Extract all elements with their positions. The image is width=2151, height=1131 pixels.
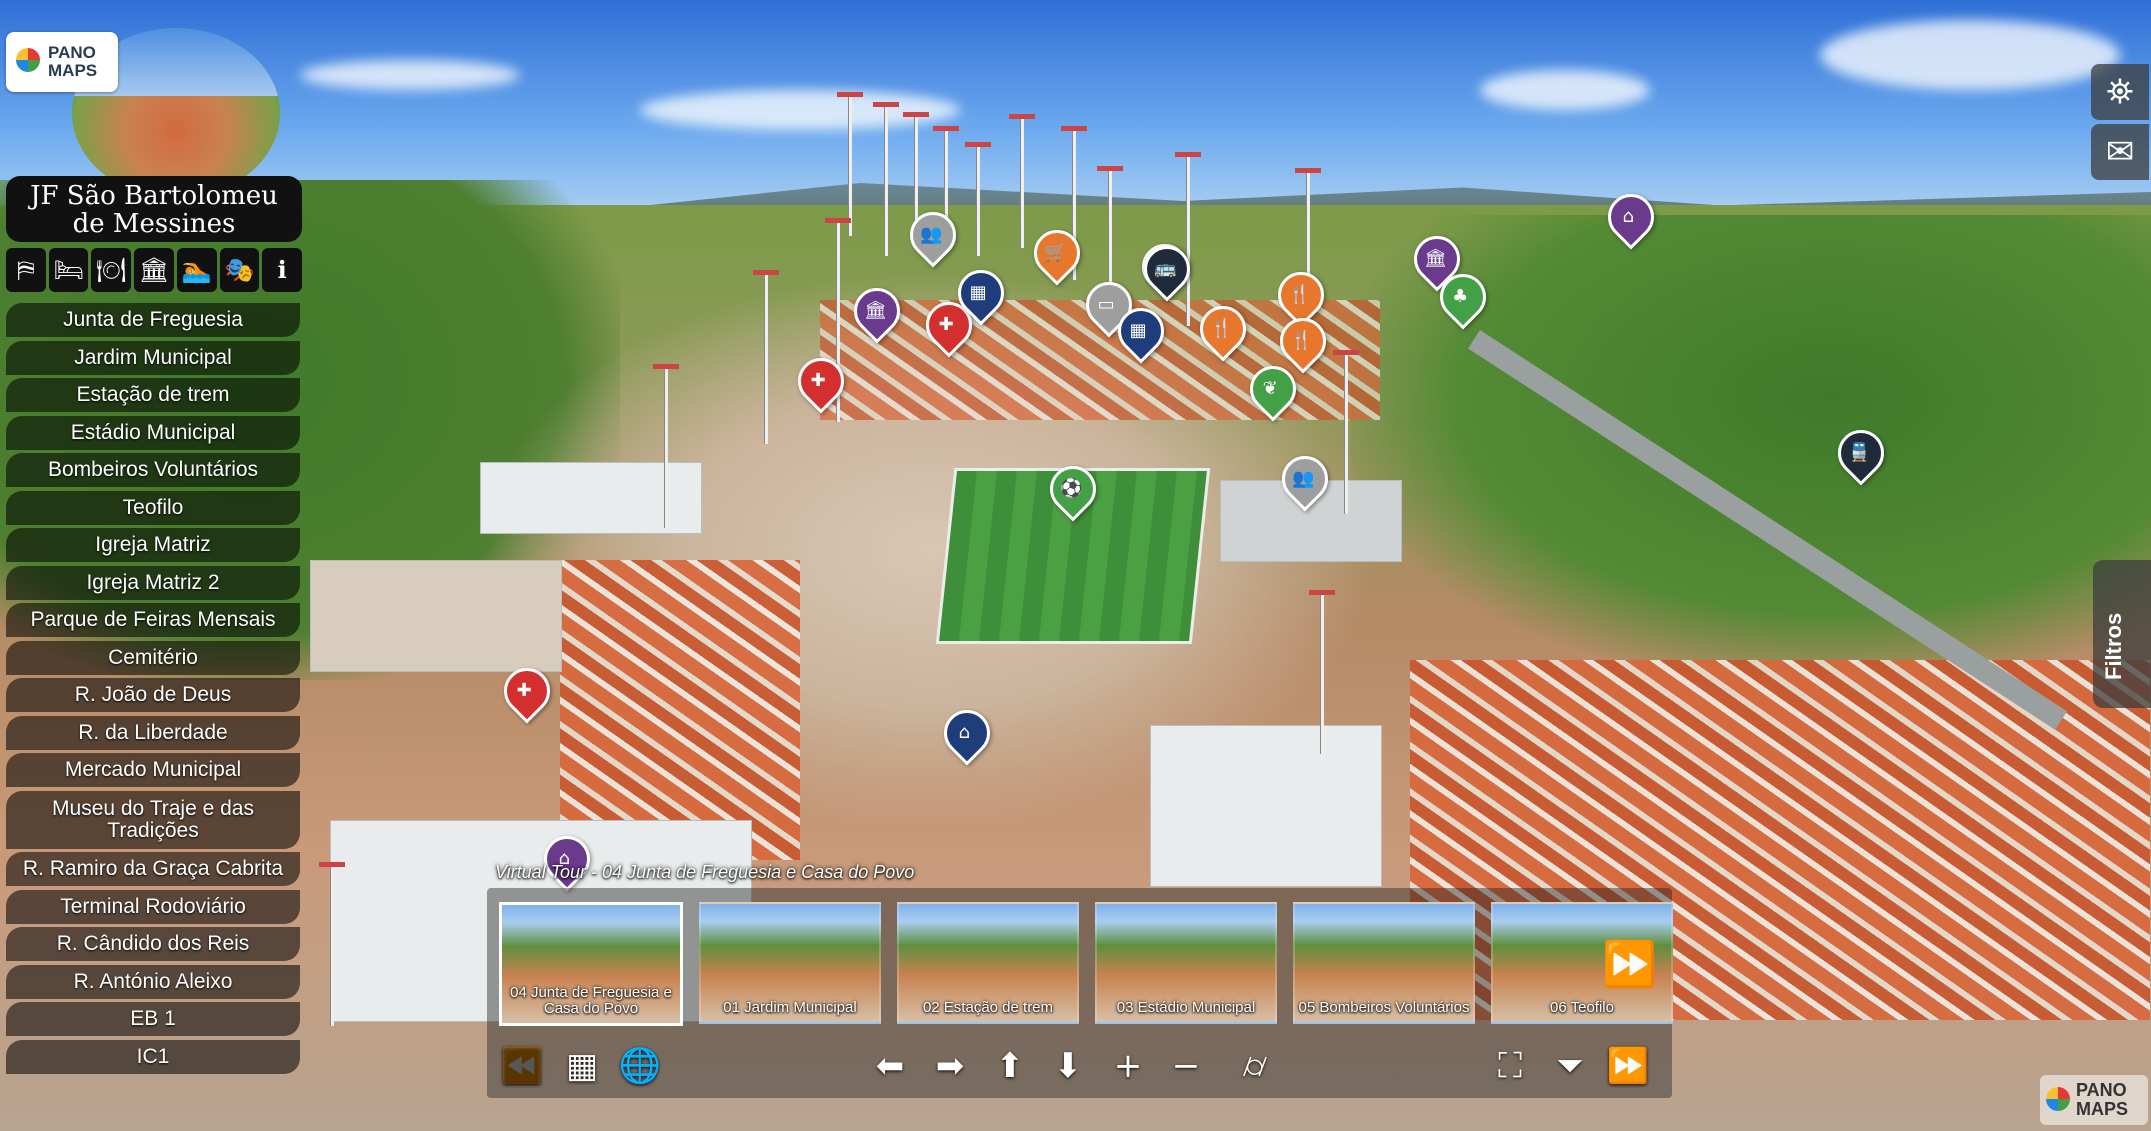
menu-item[interactable]: EB 1 xyxy=(6,1002,300,1036)
thumbnail-caption: 06 Teofilo xyxy=(1550,999,1614,1016)
panomaps-logo[interactable]: PANO MAPS xyxy=(6,32,118,92)
hide-bar-icon[interactable]: ⏷ xyxy=(1547,1046,1593,1086)
menu-item[interactable]: R. Cândido dos Reis xyxy=(6,927,300,961)
menu-item[interactable]: Museu do Traje e das Tradições xyxy=(6,790,300,849)
hotspot-pole[interactable] xyxy=(965,142,991,256)
next-thumbnails-icon[interactable]: ⏩ xyxy=(1602,938,1657,990)
arrow-down-icon[interactable]: ⬇ xyxy=(1045,1046,1091,1086)
grid-icon[interactable]: ▦ xyxy=(559,1046,605,1086)
arrow-left-icon[interactable]: ⬅ xyxy=(867,1046,913,1086)
site-title: JF São Bartolomeu de Messines xyxy=(6,176,302,242)
menu-item[interactable]: Estádio Municipal xyxy=(6,415,300,450)
menu-item[interactable]: Terminal Rodoviário xyxy=(6,889,300,924)
watermark-line1: PANO xyxy=(2076,1080,2127,1100)
thumbnail-list: 04 Junta de Freguesia e Casa do Povo 01 J… xyxy=(499,902,1673,1026)
building xyxy=(1150,725,1382,887)
museum-icon[interactable]: 🏛 xyxy=(134,248,174,292)
restaurant-icon[interactable]: 🍽 xyxy=(91,248,132,292)
site-title-line2: de Messines xyxy=(72,209,236,239)
location-menu: Junta de Freguesia Jardim Municipal Estaçã… xyxy=(6,303,300,1077)
menu-item[interactable]: Jardim Municipal xyxy=(6,340,300,375)
swimming-icon[interactable]: 🏊 xyxy=(176,248,217,292)
menu-item[interactable]: Igreja Matriz xyxy=(6,528,300,562)
cloud xyxy=(300,60,520,90)
hotspot-pole[interactable] xyxy=(1333,350,1359,514)
watermark-text: PANO MAPS xyxy=(2076,1081,2128,1119)
hotspot-pole[interactable] xyxy=(1309,590,1335,754)
tour-thumbnail[interactable]: 01 Jardim Municipal xyxy=(699,902,881,1024)
building xyxy=(310,560,562,672)
zoom-out-icon[interactable]: − xyxy=(1163,1046,1209,1086)
theater-icon[interactable]: 🎭 xyxy=(219,248,260,292)
thumbnail-caption: 01 Jardim Municipal xyxy=(723,999,857,1016)
tour-thumbnail[interactable]: 02 Estação de trem xyxy=(897,902,1079,1024)
tour-thumbnail[interactable]: 05 Bombeiros Voluntários xyxy=(1293,902,1475,1024)
previous-icon[interactable]: ⏪ xyxy=(499,1046,545,1086)
cloud xyxy=(1480,70,1650,110)
menu-item[interactable]: Junta de Freguesia xyxy=(6,303,300,337)
thumbnail-caption: 05 Bombeiros Voluntários xyxy=(1298,999,1470,1016)
panomaps-logo-icon xyxy=(16,48,40,72)
hotspot-pole[interactable] xyxy=(753,270,779,444)
mail-icon[interactable]: ✉ xyxy=(2091,124,2149,180)
vr-icon[interactable]: ⌭ xyxy=(1225,1046,1285,1086)
menu-item[interactable]: Teofilo xyxy=(6,490,300,525)
arrow-right-icon[interactable]: ➡ xyxy=(927,1046,973,1086)
fast-forward-icon[interactable]: ⏩ xyxy=(1605,1046,1651,1086)
menu-item[interactable]: Cemitério xyxy=(6,640,300,675)
watermark-logo-icon xyxy=(2046,1087,2070,1111)
hotspot-pole[interactable] xyxy=(837,92,863,236)
fullscreen-icon[interactable]: ⛶ xyxy=(1487,1046,1533,1086)
filters-tab[interactable]: Filtros xyxy=(2093,560,2151,708)
logo-text: PANO MAPS xyxy=(48,44,97,80)
cloud xyxy=(640,90,960,130)
menu-item[interactable]: Bombeiros Voluntários xyxy=(6,453,300,487)
arrow-up-icon[interactable]: ⬆ xyxy=(987,1046,1033,1086)
tour-title: Virtual Tour - 04 Junta de Freguesia e C… xyxy=(495,862,915,882)
hotspot-pole[interactable] xyxy=(873,102,899,256)
tour-thumbnail[interactable]: 04 Junta de Freguesia e Casa do Povo xyxy=(499,902,683,1026)
info-icon[interactable]: ℹ xyxy=(262,248,303,292)
building xyxy=(480,462,702,534)
globe-icon[interactable]: 🌐 xyxy=(617,1046,663,1086)
menu-item[interactable]: R. António Aleixo xyxy=(6,964,300,999)
signpost-icon[interactable]: ⛿ xyxy=(6,248,46,292)
bed-icon[interactable]: 🛏 xyxy=(48,248,89,292)
menu-item[interactable]: R. Ramiro da Graça Cabrita xyxy=(6,852,300,886)
panomaps-watermark: PANO MAPS xyxy=(2040,1075,2148,1125)
hotspot-pole[interactable] xyxy=(653,364,679,528)
hotspot-pole[interactable] xyxy=(1009,114,1035,248)
zoom-in-icon[interactable]: + xyxy=(1105,1046,1151,1086)
tour-thumbnail[interactable]: 06 Teofilo ⏩ xyxy=(1491,902,1673,1024)
thumbnail-bar: 04 Junta de Freguesia e Casa do Povo 01 J… xyxy=(487,888,1673,1098)
logo-line1: PANO xyxy=(48,43,96,62)
menu-item[interactable]: Parque de Feiras Mensais xyxy=(6,603,300,637)
category-icon-row: ⛿ 🛏 🍽 🏛 🏊 🎭 ℹ xyxy=(6,248,303,292)
menu-item[interactable]: IC1 xyxy=(6,1039,300,1074)
thumbnail-caption: 04 Junta de Freguesia e Casa do Povo xyxy=(510,984,672,1017)
logo-line2: MAPS xyxy=(48,61,98,80)
site-title-line1: JF São Bartolomeu xyxy=(30,181,278,211)
hotspot-pole[interactable] xyxy=(1175,152,1201,326)
map-icon[interactable]: ⛯ xyxy=(2091,64,2149,120)
menu-item[interactable]: Mercado Municipal xyxy=(6,753,300,787)
thumbnail-caption: 03 Estádio Municipal xyxy=(1116,999,1256,1016)
menu-item[interactable]: Estação de trem xyxy=(6,378,300,412)
houses-left xyxy=(560,560,800,860)
filters-label: Filtros xyxy=(2101,612,2126,680)
menu-item[interactable]: R. João de Deus xyxy=(6,678,300,712)
watermark-line2: MAPS xyxy=(2076,1099,2129,1119)
tour-thumbnail[interactable]: 03 Estádio Municipal xyxy=(1095,902,1277,1024)
thumbnail-caption: 02 Estação de trem xyxy=(922,999,1054,1016)
menu-item[interactable]: R. da Liberdade xyxy=(6,715,300,750)
menu-item[interactable]: Igreja Matriz 2 xyxy=(6,565,300,600)
cloud xyxy=(1820,20,2120,90)
hotspot-pole[interactable] xyxy=(319,862,345,1026)
